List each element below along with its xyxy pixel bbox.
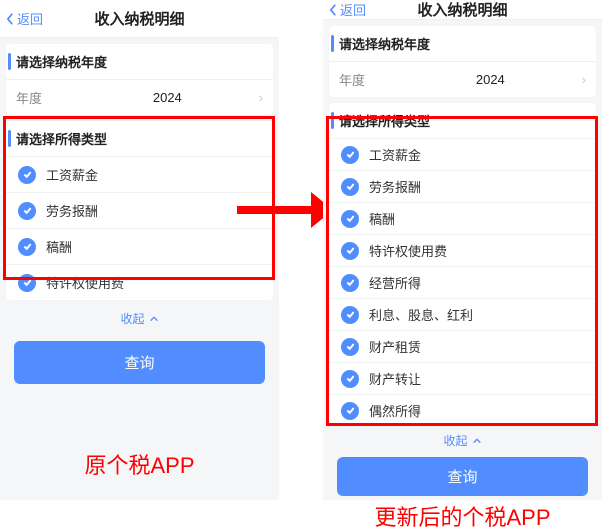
income-option-label: 稿酬 [369,209,395,228]
year-section-title: 请选择纳税年度 [6,44,273,79]
chevron-up-icon [149,315,159,323]
year-card: 请选择纳税年度 年度 2024 › [6,44,273,115]
income-option-label: 工资薪金 [369,145,421,164]
income-option-label: 劳务报酬 [46,201,98,220]
income-section-title: 请选择所得类型 [329,103,596,138]
income-option[interactable]: 利息、股息、红利 [329,298,596,330]
check-icon [18,274,36,292]
collapse-toggle[interactable]: 收起 [323,426,602,453]
year-value: 2024 [399,72,582,87]
income-option-label: 偶然所得 [369,401,421,420]
nav-bar: 返回 收入纳税明细 [0,0,279,38]
check-icon [341,146,359,164]
income-card-before: 请选择所得类型 工资薪金劳务报酬稿酬特许权使用费 [6,121,273,300]
back-label: 返回 [17,9,43,28]
income-option-label: 财产租赁 [369,337,421,356]
check-icon [341,178,359,196]
nav-bar: 返回 收入纳税明细 [323,0,602,20]
income-option[interactable]: 工资薪金 [6,156,273,192]
panel-before: 返回 收入纳税明细 请选择纳税年度 年度 2024 › 请选择所得类型 工资薪金… [0,0,279,500]
income-option-label: 经营所得 [369,273,421,292]
chevron-right-icon: › [582,72,586,87]
collapse-label: 收起 [443,432,467,449]
collapse-label: 收起 [120,310,144,327]
year-card: 请选择纳税年度 年度 2024 › [329,26,596,97]
check-icon [18,166,36,184]
chevron-right-icon: › [259,90,263,105]
back-label: 返回 [340,0,366,19]
panel-after: 返回 收入纳税明细 请选择纳税年度 年度 2024 › 请选择所得类型 工资薪金… [323,0,602,500]
income-option[interactable]: 稿酬 [329,202,596,234]
income-option[interactable]: 财产租赁 [329,330,596,362]
check-icon [341,306,359,324]
year-label: 年度 [16,88,76,107]
income-option[interactable]: 特许权使用费 [6,264,273,300]
query-button[interactable]: 查询 [337,457,588,496]
back-button[interactable]: 返回 [0,9,43,28]
income-option[interactable]: 经营所得 [329,266,596,298]
collapse-toggle[interactable]: 收起 [0,300,279,335]
income-option-label: 工资薪金 [46,165,98,184]
year-label: 年度 [339,70,399,89]
year-section-title: 请选择纳税年度 [329,26,596,61]
income-option-label: 稿酬 [46,237,72,256]
caption-before: 原个税APP [0,448,279,480]
income-option[interactable]: 财产转让 [329,362,596,394]
income-option[interactable]: 特许权使用费 [329,234,596,266]
income-option-label: 特许权使用费 [369,241,447,260]
check-icon [18,238,36,256]
arrow-gap [279,0,323,500]
income-option-label: 特许权使用费 [46,273,124,292]
check-icon [341,210,359,228]
income-card-after: 请选择所得类型 工资薪金劳务报酬稿酬特许权使用费经营所得利息、股息、红利财产租赁… [329,103,596,426]
caption-after: 更新后的个税APP [323,500,602,532]
check-icon [341,402,359,420]
check-icon [18,202,36,220]
income-option[interactable]: 劳务报酬 [329,170,596,202]
check-icon [341,242,359,260]
query-button[interactable]: 查询 [14,341,265,384]
income-option-label: 财产转让 [369,369,421,388]
income-section-title: 请选择所得类型 [6,121,273,156]
year-row[interactable]: 年度 2024 › [6,79,273,115]
arrow-icon [279,188,323,232]
income-option[interactable]: 偶然所得 [329,394,596,426]
check-icon [341,370,359,388]
income-option[interactable]: 稿酬 [6,228,273,264]
income-option[interactable]: 工资薪金 [329,138,596,170]
income-option[interactable]: 劳务报酬 [6,192,273,228]
check-icon [341,338,359,356]
income-option-label: 劳务报酬 [369,177,421,196]
check-icon [341,274,359,292]
year-row[interactable]: 年度 2024 › [329,61,596,97]
year-value: 2024 [76,90,259,105]
back-button[interactable]: 返回 [323,0,366,19]
income-option-label: 利息、股息、红利 [369,305,473,324]
chevron-up-icon [472,437,482,445]
